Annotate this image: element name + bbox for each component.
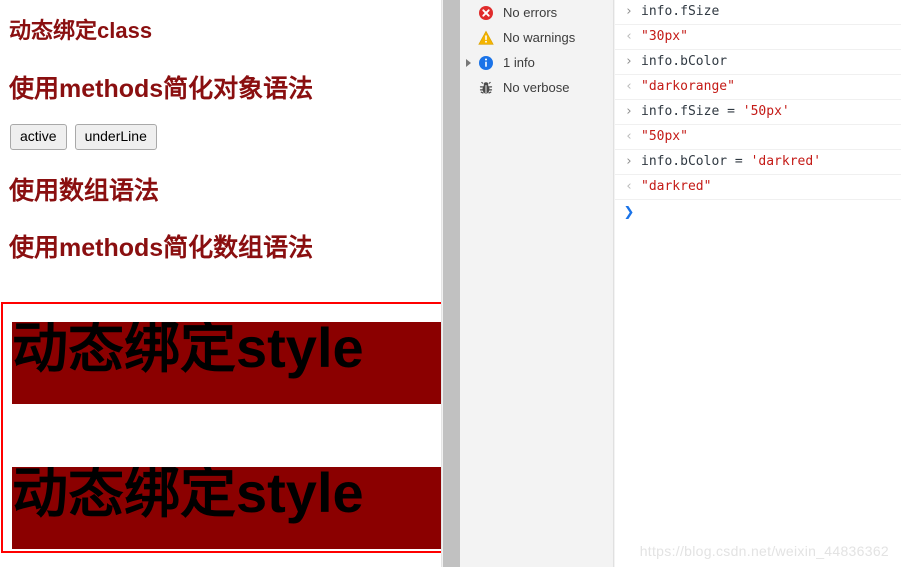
prompt-chevron-icon: › [626,54,632,69]
console-message-input: › info.bColor [615,50,901,75]
dynamic-style-line-object: 动态绑定style [12,322,452,404]
return-arrow-icon: ‹ [626,79,632,94]
console-filter-info[interactable]: 1 info [460,50,613,75]
console-filter-verbose[interactable]: No verbose [460,75,613,100]
console-sidebar: No errors No warnings 1 info No verbose [460,0,614,567]
active-button[interactable]: active [10,124,67,150]
console-filter-warnings-label: No warnings [503,30,576,45]
return-arrow-icon: ‹ [626,29,632,44]
console-token: '50px' [742,104,790,119]
console-filter-verbose-label: No verbose [503,80,570,95]
browser-page-viewport: 动态绑定class 使用methods简化对象语法 active underLi… [0,0,460,567]
console-token: info.bColor [641,54,728,69]
page-vertical-scrollbar[interactable] [441,0,460,567]
underline-button[interactable]: underLine [74,124,157,150]
console-message-output: ‹ "darkred" [615,175,901,200]
console-message-output: ‹ "50px" [615,125,901,150]
console-token: "darkorange" [641,79,735,94]
console-filter-warnings[interactable]: No warnings [460,25,613,50]
page-heading-array-syntax: 使用数组语法 [9,177,160,205]
console-message-input: › info.bColor = 'darkred' [615,150,901,175]
page-heading-dynamic-class: 动态绑定class [9,18,153,43]
console-token: = [719,104,743,119]
console-token: info.fSize [641,4,720,19]
warning-icon [478,30,494,45]
info-icon [479,55,493,70]
page-heading-methods-object-syntax: 使用methods简化对象语法 [9,75,314,103]
class-toggle-button-row: active underLine [10,124,157,150]
console-message-input: › info.fSize [615,0,901,25]
dynamic-style-line-array-text: 动态绑定style [12,467,364,524]
dynamic-style-line-object-text: 动态绑定style [12,322,364,379]
console-input-prompt[interactable]: ❯ [615,200,901,226]
devtools-console-panel: No errors No warnings 1 info No verbose … [460,0,901,567]
console-message-input: › info.fSize = '50px' [615,100,901,125]
console-filter-errors[interactable]: No errors [460,0,613,25]
console-token: info.fSize [641,104,720,119]
console-token: "50px" [641,129,688,144]
page-scrollbar-thumb[interactable] [443,0,460,567]
console-message-output: ‹ "30px" [615,25,901,50]
screen-root: 动态绑定class 使用methods简化对象语法 active underLi… [0,0,901,567]
dynamic-style-line-array: 动态绑定style [12,467,452,549]
error-icon [479,5,493,20]
console-message-output: ‹ "darkorange" [615,75,901,100]
prompt-chevron-icon: › [626,154,632,169]
console-token: 'darkred' [750,154,822,169]
page-heading-methods-array-syntax: 使用methods简化数组语法 [9,234,314,262]
console-token: info.bColor [641,154,728,169]
console-token: "darkred" [641,179,712,194]
return-arrow-icon: ‹ [626,129,632,144]
console-filter-info-label: 1 info [503,55,535,70]
verbose-bug-icon [479,81,493,94]
prompt-chevron-icon: › [626,104,632,119]
dynamic-style-annotation-box: 动态绑定style 动态绑定style [1,302,453,553]
watermark-text: https://blog.csdn.net/weixin_44836362 [639,543,889,559]
console-message-list[interactable]: › info.fSize ‹ "30px" › info.bColor ‹ "darkoran… [615,0,901,567]
console-filter-errors-label: No errors [503,5,558,20]
prompt-chevron-icon: › [626,4,632,19]
return-arrow-icon: ‹ [626,179,632,194]
prompt-chevron-icon: ❯ [623,205,635,220]
console-token: = [727,154,751,169]
chevron-right-icon[interactable] [466,59,471,67]
console-token: "30px" [641,29,688,44]
